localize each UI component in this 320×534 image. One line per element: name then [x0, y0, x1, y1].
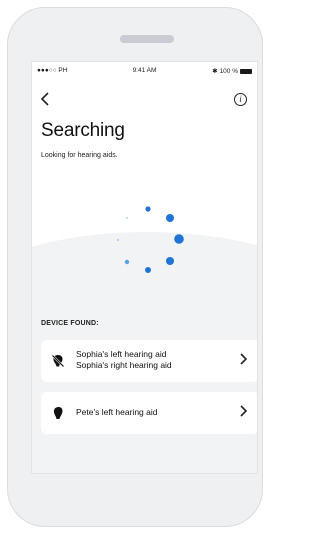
device-name: Sophia's left hearing aid Sophia's right…: [76, 349, 172, 371]
spinner-dot: [174, 234, 184, 244]
hearing-aid-muted-icon: [51, 354, 65, 368]
device-card-sophia[interactable]: Sophia's left hearing aid Sophia's right…: [41, 340, 257, 382]
device-name-line1: Pete's left hearing aid: [76, 407, 158, 417]
devices-section-label: DEVICE FOUND:: [41, 320, 99, 327]
spinner-dot: [145, 206, 151, 212]
spinner-dot: [124, 259, 130, 265]
spinner-dot: [126, 217, 128, 219]
device-card-pete[interactable]: Pete's left hearing aid: [41, 392, 257, 434]
chevron-right-icon: [240, 405, 248, 420]
spinner-dot: [117, 239, 119, 241]
device-name-line2: Sophia's right hearing aid: [76, 360, 172, 370]
spinner-dot: [166, 214, 174, 222]
spinner-dot: [166, 257, 174, 265]
app-screen: ●●●○○ PH 9:41 AM ✱ 100 % i Searching Loo…: [31, 61, 258, 474]
device-name-line1: Sophia's left hearing aid: [76, 349, 167, 359]
loading-spinner: [117, 206, 184, 273]
device-name: Pete's left hearing aid: [76, 407, 157, 418]
phone-frame: ●●●○○ PH 9:41 AM ✱ 100 % i Searching Loo…: [7, 7, 263, 527]
hearing-aid-icon: [53, 407, 63, 419]
chevron-right-icon: [240, 353, 248, 368]
spinner-dot: [145, 267, 151, 273]
phone-speaker: [120, 35, 174, 43]
